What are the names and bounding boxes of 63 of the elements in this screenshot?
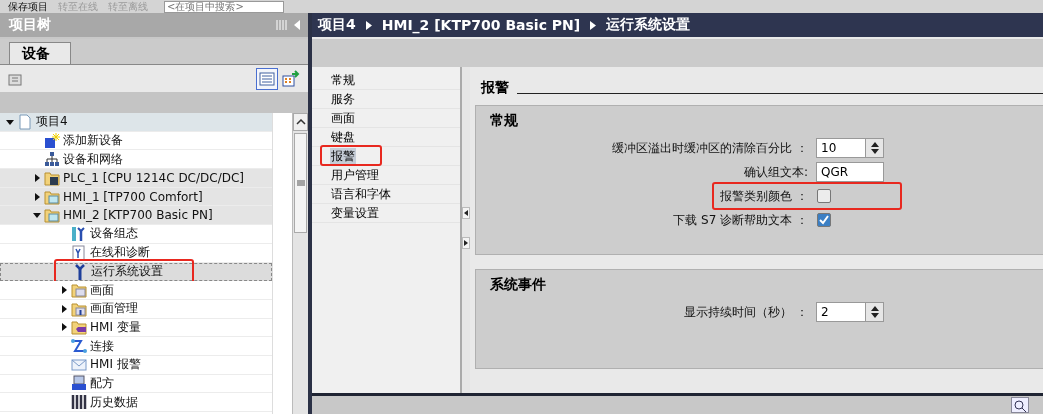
spin-arrows-icon[interactable] <box>869 141 880 155</box>
list-view-icon[interactable] <box>256 67 278 90</box>
tree-item[interactable]: 设备组态 <box>0 225 272 244</box>
chevron-icon <box>590 20 597 30</box>
field-label: 下载 S7 诊断帮助文本 ： <box>672 211 809 229</box>
field-label: 显示持续时间（秒） ： <box>683 303 809 321</box>
table-export-icon[interactable] <box>282 69 300 88</box>
folder-icon <box>71 300 87 317</box>
diagnostics-icon <box>71 244 87 261</box>
field-label: 缓冲区溢出时缓冲区的清除百分比 ： <box>611 139 809 157</box>
folder-icon <box>44 169 60 186</box>
field-label: 报警类别颜色 ： <box>719 187 809 205</box>
number-field[interactable]: 2 <box>817 305 865 319</box>
caret-icon[interactable] <box>33 192 41 201</box>
tree-item[interactable]: 历史数据 <box>0 393 272 412</box>
scroll-up-icon[interactable] <box>295 119 306 125</box>
caret-icon[interactable] <box>33 173 41 182</box>
inspector-icon[interactable] <box>1011 397 1029 413</box>
breadcrumb-item[interactable]: HMI_2 [KTP700 Basic PN] <box>381 17 581 33</box>
caret-icon[interactable] <box>33 211 41 220</box>
caret-icon[interactable] <box>60 323 68 332</box>
tree-item[interactable]: 设备和网络 <box>0 150 272 170</box>
tree-item[interactable]: 画面 <box>0 281 272 300</box>
checkbox[interactable] <box>817 213 831 227</box>
add-device-icon <box>44 132 60 149</box>
envelope-icon <box>71 356 87 373</box>
wrench-icon <box>72 263 88 280</box>
search-field[interactable]: <在项目中搜索> <box>164 0 284 13</box>
tree-item[interactable]: PLC_1 [CPU 1214C DC/DC/DC] <box>0 169 272 188</box>
recipe-icon <box>71 375 87 392</box>
group-title: 常规 <box>490 112 519 130</box>
document-icon <box>17 113 33 130</box>
chevron-icon <box>365 20 372 30</box>
folder-icon <box>44 207 60 224</box>
folder-icon <box>44 188 60 205</box>
connection-icon <box>71 338 87 355</box>
group-title: 系统事件 <box>490 276 547 294</box>
section-heading: 报警 <box>481 79 509 97</box>
caret-icon[interactable] <box>6 117 14 126</box>
nav-item[interactable]: 报警 <box>312 147 460 166</box>
grip-icon <box>296 180 305 186</box>
network-icon <box>44 151 60 168</box>
breadcrumb-item[interactable]: 项目4 <box>318 16 356 34</box>
number-spinner[interactable]: 10 <box>816 138 884 158</box>
tree-item[interactable]: 连接 <box>0 337 272 356</box>
device-wrench-icon <box>71 225 87 242</box>
folder-icon <box>71 282 87 299</box>
checkbox[interactable] <box>817 189 831 203</box>
folder-icon <box>71 319 87 336</box>
expand-right-icon[interactable] <box>464 240 468 246</box>
field-label: 确认组文本: <box>742 163 809 181</box>
spin-arrows-icon[interactable] <box>869 305 880 319</box>
pane-title: 项目树 <box>9 16 51 34</box>
scrollbar[interactable] <box>292 113 308 414</box>
number-field[interactable]: 10 <box>817 141 865 155</box>
tree-item[interactable]: HMI_2 [KTP700 Basic PN] <box>0 206 272 226</box>
number-spinner[interactable]: 2 <box>816 302 884 322</box>
toolbar-button[interactable]: 保存项目 <box>8 0 48 14</box>
tab[interactable]: 设备 <box>9 42 71 64</box>
archive-icon <box>71 394 87 411</box>
collapse-left-icon[interactable] <box>464 210 468 216</box>
breadcrumb-item[interactable]: 运行系统设置 <box>606 16 691 34</box>
tree-item[interactable]: 项目4 <box>0 113 272 132</box>
